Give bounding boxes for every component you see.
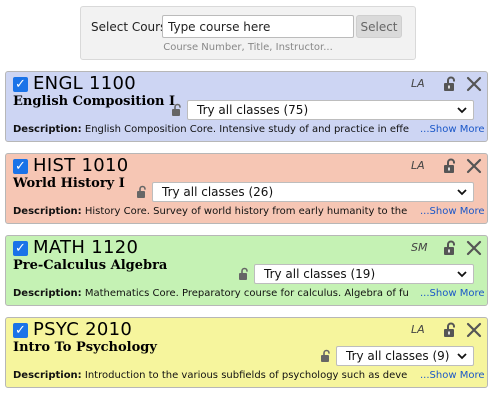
show-more-link[interactable]: ...Show More	[420, 124, 485, 135]
course-code: ENGL 1100	[33, 73, 137, 94]
course-checkbox[interactable]: ✓	[13, 159, 28, 174]
course-search-panel: Select Course Select Course Number, Titl…	[80, 6, 416, 60]
remove-course-icon[interactable]	[466, 76, 482, 92]
section-dropdown[interactable]: Try all classes (26)	[152, 182, 474, 202]
description-label: Description:	[13, 206, 82, 217]
course-title: English Composition I	[13, 94, 176, 109]
lock-icon[interactable]	[238, 267, 250, 280]
chevron-down-icon	[457, 271, 467, 278]
unlock-icon[interactable]	[442, 240, 458, 256]
course-area-tag: SM	[411, 241, 428, 254]
chevron-down-icon	[457, 189, 467, 196]
remove-course-icon[interactable]	[466, 158, 482, 174]
description-text: Introduction to the various subfields of…	[84, 370, 408, 381]
course-code: MATH 1120	[33, 237, 139, 258]
course-title: Pre-Calculus Algebra	[13, 258, 168, 273]
section-dropdown-value: Try all classes (19)	[264, 267, 376, 281]
course-description: Description: English Composition Core. I…	[13, 124, 425, 138]
lock-icon[interactable]	[171, 103, 183, 116]
course-card: ✓ MATH 1120 Pre-Calculus Algebra SM Try …	[5, 235, 488, 306]
course-search-input[interactable]	[162, 15, 354, 38]
course-title: Intro To Psychology	[13, 340, 157, 355]
search-hint: Course Number, Title, Instructor...	[163, 42, 333, 53]
description-text: English Composition Core. Intensive stud…	[84, 124, 410, 135]
course-description: Description: Introduction to the various…	[13, 370, 425, 384]
description-label: Description:	[13, 288, 82, 299]
show-more-link[interactable]: ...Show More	[420, 370, 485, 381]
course-checkbox[interactable]: ✓	[13, 323, 28, 338]
course-code: HIST 1010	[33, 155, 129, 176]
description-label: Description:	[13, 124, 82, 135]
course-card: ✓ PSYC 2010 Intro To Psychology LA Try a…	[5, 317, 488, 388]
course-area-tag: LA	[411, 323, 425, 336]
show-more-link[interactable]: ...Show More	[420, 288, 485, 299]
course-card: ✓ HIST 1010 World History I LA Try all c…	[5, 153, 488, 224]
course-title: World History I	[13, 176, 125, 191]
lock-icon[interactable]	[136, 185, 148, 198]
section-dropdown-value: Try all classes (75)	[197, 103, 309, 117]
chevron-down-icon	[457, 353, 467, 360]
course-area-tag: LA	[411, 159, 425, 172]
section-dropdown-value: Try all classes (26)	[162, 185, 274, 199]
unlock-icon[interactable]	[442, 322, 458, 338]
section-dropdown[interactable]: Try all classes (19)	[254, 264, 474, 284]
remove-course-icon[interactable]	[466, 322, 482, 338]
course-description: Description: History Core. Survey of wor…	[13, 206, 425, 220]
description-label: Description:	[13, 370, 82, 381]
section-dropdown[interactable]: Try all classes (75)	[187, 100, 474, 120]
unlock-icon[interactable]	[442, 158, 458, 174]
chevron-down-icon	[457, 107, 467, 114]
remove-course-icon[interactable]	[466, 240, 482, 256]
course-area-tag: LA	[411, 77, 425, 90]
section-dropdown-value: Try all classes (9)	[346, 349, 450, 363]
course-checkbox[interactable]: ✓	[13, 241, 28, 256]
description-text: Mathematics Core. Preparatory course for…	[84, 288, 409, 299]
select-button[interactable]: Select	[356, 15, 402, 38]
description-text: History Core. Survey of world history fr…	[84, 206, 408, 217]
course-card: ✓ ENGL 1100 English Composition I LA Try…	[5, 71, 488, 142]
lock-icon[interactable]	[320, 349, 332, 362]
section-dropdown[interactable]: Try all classes (9)	[336, 346, 474, 366]
show-more-link[interactable]: ...Show More	[420, 206, 485, 217]
course-code: PSYC 2010	[33, 319, 133, 340]
unlock-icon[interactable]	[442, 76, 458, 92]
course-checkbox[interactable]: ✓	[13, 77, 28, 92]
course-description: Description: Mathematics Core. Preparato…	[13, 288, 425, 302]
